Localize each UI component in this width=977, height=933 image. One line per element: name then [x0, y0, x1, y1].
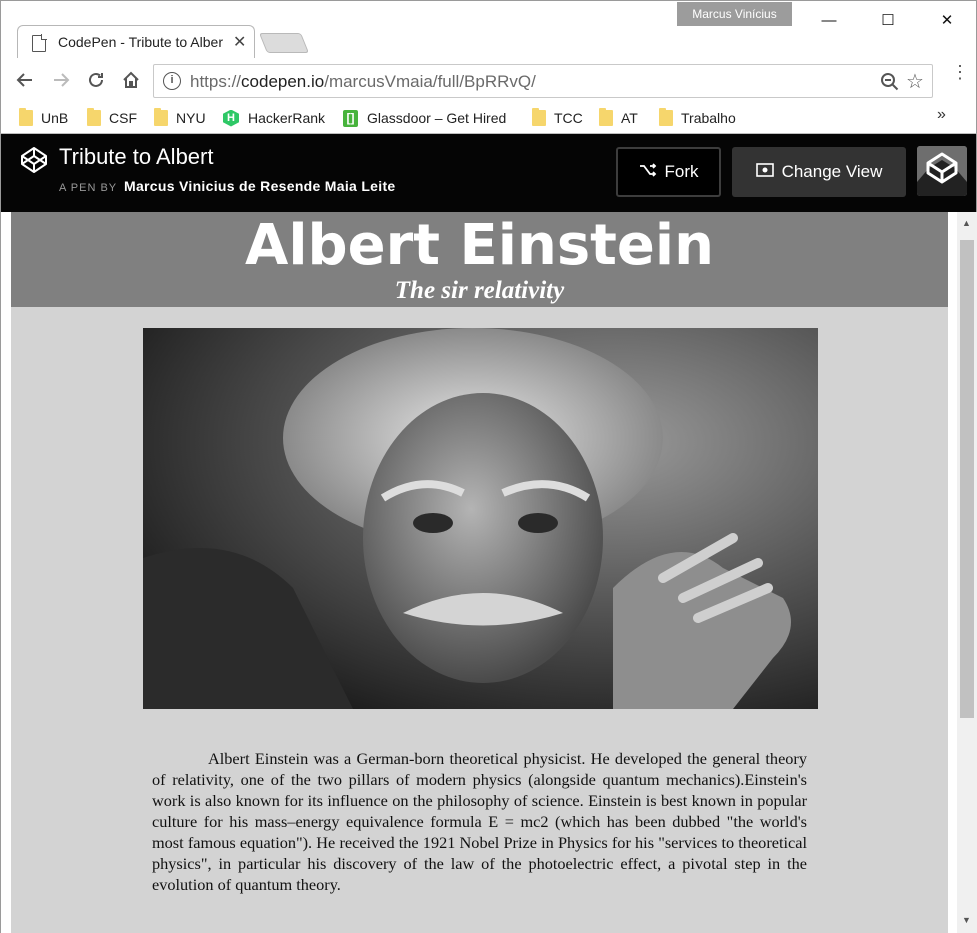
folder-icon	[19, 108, 33, 126]
codepen-header: Tribute to Albert A PEN BY Marcus Vinici…	[0, 134, 977, 212]
page-viewport: Albert Einstein The sir relativity Alber…	[0, 212, 977, 933]
view-icon	[755, 162, 774, 182]
scroll-down-icon[interactable]: ▼	[962, 915, 971, 925]
zoom-icon[interactable]	[880, 72, 900, 97]
biography-text: Albert Einstein was a German-born theore…	[152, 749, 807, 894]
bookmarks-bar: UnB CSF NYU H HackerRank [] Glassdoor – Ge…	[0, 102, 977, 134]
bookmark-star-icon[interactable]: ☆	[906, 69, 924, 94]
bookmark-tcc[interactable]: TCC	[532, 107, 583, 129]
browser-toolbar: i https://codepen.io/marcusVmaia/full/Bp…	[0, 58, 977, 102]
folder-icon	[87, 108, 101, 126]
browser-menu-icon[interactable]: ⋮	[951, 63, 969, 81]
user-avatar[interactable]	[917, 146, 967, 196]
folder-icon	[659, 108, 673, 126]
page-title: Albert Einstein	[245, 213, 714, 278]
codepen-logo-icon[interactable]	[19, 145, 49, 180]
hero-banner: Albert Einstein The sir relativity	[11, 212, 948, 307]
more-bookmarks-icon[interactable]: »	[937, 106, 946, 124]
back-icon[interactable]	[12, 67, 38, 93]
tribute-page: Albert Einstein The sir relativity Alber…	[11, 212, 948, 933]
folder-icon	[532, 108, 546, 126]
pen-title: Tribute to Albert	[59, 144, 214, 169]
maximize-button[interactable]: ☐	[859, 2, 917, 38]
einstein-portrait	[143, 328, 818, 709]
bookmark-csf[interactable]: CSF	[87, 107, 137, 129]
window-titlebar: Marcus Vinícius — ☐ ✕ CodePen - Tribute …	[0, 0, 977, 60]
address-bar[interactable]: i https://codepen.io/marcusVmaia/full/Bp…	[153, 64, 933, 98]
new-tab-button[interactable]	[258, 33, 310, 53]
page-subtitle: The sir relativity	[394, 277, 565, 304]
profile-badge[interactable]: Marcus Vinícius	[677, 2, 792, 26]
browser-tab[interactable]: CodePen - Tribute to Albert ✕	[17, 25, 255, 60]
bookmark-nyu[interactable]: NYU	[154, 107, 206, 129]
close-window-button[interactable]: ✕	[918, 2, 976, 38]
folder-icon	[599, 108, 613, 126]
scroll-up-icon[interactable]: ▲	[962, 218, 971, 228]
bookmark-unb[interactable]: UnB	[19, 107, 68, 129]
home-icon[interactable]	[118, 67, 144, 93]
change-view-button[interactable]: Change View	[732, 147, 906, 197]
pen-byline: A PEN BY Marcus Vinicius de Resende Maia…	[59, 178, 396, 194]
tab-close-icon[interactable]: ✕	[233, 32, 246, 52]
reload-icon[interactable]	[83, 67, 109, 93]
glassdoor-icon: []	[343, 109, 358, 127]
page-icon	[32, 34, 47, 52]
bookmark-hackerrank[interactable]: H HackerRank	[223, 107, 325, 129]
url-text[interactable]: https://codepen.io/marcusVmaia/full/BpRR…	[190, 72, 536, 92]
bookmark-at[interactable]: AT	[599, 107, 638, 129]
forward-icon[interactable]	[48, 67, 74, 93]
page-scrollbar[interactable]: ▲ ▼	[957, 212, 977, 933]
tab-title: CodePen - Tribute to Albert	[58, 34, 223, 50]
fork-button[interactable]: Fork	[616, 147, 721, 197]
hackerrank-icon: H	[223, 109, 239, 127]
fork-icon	[639, 162, 657, 182]
scroll-thumb[interactable]	[960, 240, 974, 718]
bookmark-trabalho[interactable]: Trabalho	[659, 107, 736, 129]
minimize-button[interactable]: —	[800, 2, 858, 38]
folder-icon	[154, 108, 168, 126]
site-info-icon[interactable]: i	[163, 72, 181, 90]
pen-author-link[interactable]: Marcus Vinicius de Resende Maia Leite	[124, 178, 396, 194]
bookmark-glassdoor[interactable]: [] Glassdoor – Get Hired	[343, 107, 515, 129]
